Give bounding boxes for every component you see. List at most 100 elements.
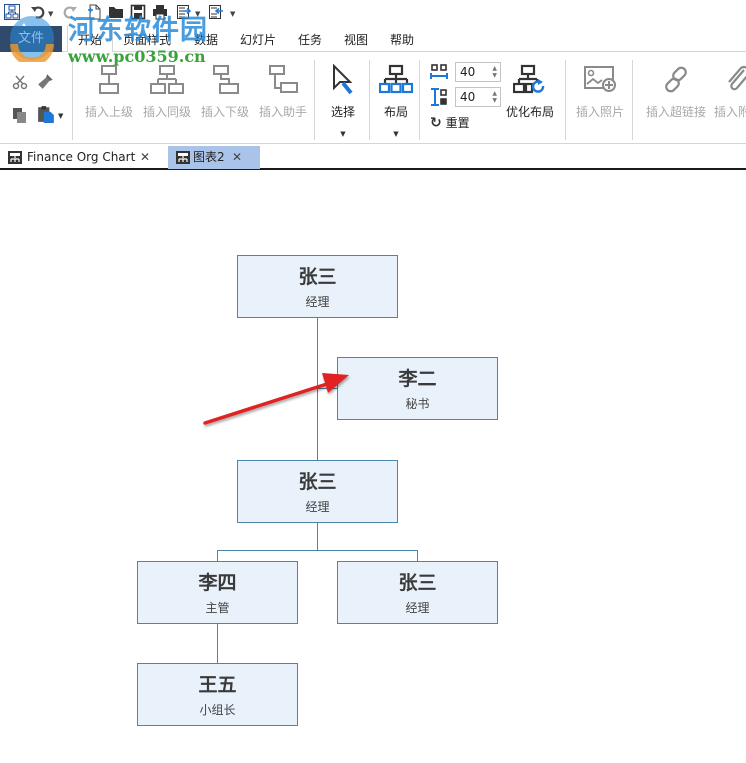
copy-icon[interactable]: [12, 107, 28, 123]
horizontal-spacing-value: 40: [460, 65, 476, 79]
doc-tab-label: 图表2: [193, 150, 225, 164]
save-icon[interactable]: [130, 4, 146, 20]
print-icon[interactable]: [152, 4, 168, 20]
node-name: 王五: [198, 674, 237, 696]
paperclip-icon: [728, 65, 746, 91]
hyperlink-icon: [665, 66, 687, 93]
insert-sibling-button[interactable]: 插入同级: [141, 64, 193, 120]
insert-photo-button[interactable]: 插入照片: [574, 64, 626, 120]
connector: [217, 624, 218, 664]
undo-dropdown-icon[interactable]: ▼: [48, 10, 53, 18]
node-name: 李四: [198, 572, 237, 594]
doc-tab-finance-org-chart[interactable]: Finance Org Chart ✕: [4, 146, 160, 169]
node-role: 经理: [305, 500, 330, 514]
layout-button[interactable]: 布局 ▼: [375, 64, 417, 138]
horizontal-spacing-input[interactable]: 40 ▲ ▼: [455, 62, 501, 82]
connector: [217, 550, 218, 561]
app-window: ▼ ▼ ▼ 文件 开始 页面样式 数据 幻灯片 任务 视图 帮助 ▼ 插入上级: [0, 0, 746, 763]
insert-attachment-button[interactable]: 插入附: [714, 64, 746, 120]
reset-label: 重置: [445, 116, 470, 130]
insert-superior-icon: [99, 65, 119, 94]
select-button[interactable]: 选择 ▼: [322, 63, 364, 138]
insert-photo-label: 插入照片: [575, 105, 624, 119]
insert-superior-button[interactable]: 插入上级: [83, 64, 135, 120]
app-logo-icon[interactable]: [4, 4, 20, 20]
insert-sibling-icon: [150, 65, 184, 94]
vertical-spacing-value: 40: [460, 90, 476, 104]
menu-tab-view[interactable]: 视图: [344, 26, 368, 52]
connector: [217, 550, 418, 551]
new-file-icon[interactable]: [86, 4, 102, 20]
insert-hyperlink-label: 插入超链接: [645, 105, 706, 119]
org-node[interactable]: 李四 主管: [137, 561, 298, 624]
optimize-layout-icon: [512, 64, 545, 94]
cut-icon[interactable]: [12, 74, 28, 90]
close-tab-icon[interactable]: ✕: [140, 146, 150, 169]
reset-icon: ↻: [430, 115, 442, 131]
node-name: 张三: [298, 471, 337, 493]
close-tab-icon[interactable]: ✕: [232, 146, 242, 169]
select-dropdown-icon[interactable]: ▼: [322, 130, 364, 138]
node-role: 小组长: [199, 703, 236, 717]
horizontal-spacing-icon: [430, 64, 448, 79]
document-tabs: Finance Org Chart ✕ 图表2 ✕: [0, 144, 746, 170]
horizontal-spacing-down-icon[interactable]: ▼: [492, 73, 497, 79]
ribbon-home: ▼ 插入上级 插入同级 插入下级 插入助手 选择 ▼ 布局 ▼ 40 ▲ ▼ 4…: [0, 52, 746, 144]
insert-attachment-label: 插入附: [714, 105, 746, 119]
vertical-spacing-input[interactable]: 40 ▲ ▼: [455, 87, 501, 107]
node-role: 经理: [305, 295, 330, 309]
node-name: 李二: [398, 368, 437, 390]
export-dropdown-icon[interactable]: ▼: [195, 10, 200, 18]
node-role: 秘书: [405, 397, 430, 411]
menu-tab-slides[interactable]: 幻灯片: [240, 26, 276, 52]
optimize-layout-button[interactable]: 优化布局: [503, 64, 557, 120]
insert-hyperlink-button[interactable]: 插入超链接: [644, 64, 708, 120]
vertical-spacing-down-icon[interactable]: ▼: [492, 98, 497, 104]
chart-canvas[interactable]: 张三 经理 李二 秘书 张三 经理 李四 主管 张三 经理 王五 小组长: [0, 172, 746, 763]
format-painter-icon[interactable]: [37, 72, 55, 90]
connector: [317, 522, 318, 551]
paste-dropdown-icon[interactable]: ▼: [58, 112, 63, 120]
insert-subordinate-icon: [213, 65, 239, 94]
org-chart-file-icon: [8, 151, 22, 164]
layout-icon: [378, 64, 414, 94]
import-icon[interactable]: [208, 4, 224, 20]
menu-tab-tasks[interactable]: 任务: [298, 26, 322, 52]
red-arrow-icon: [203, 373, 349, 425]
org-node[interactable]: 张三 经理: [237, 255, 398, 318]
undo-icon[interactable]: [30, 4, 46, 20]
menu-tab-home[interactable]: 开始: [67, 26, 114, 53]
select-pointer-icon: [333, 63, 353, 95]
node-name: 张三: [298, 266, 337, 288]
layout-dropdown-icon[interactable]: ▼: [375, 130, 417, 138]
quick-access-toolbar: ▼ ▼ ▼: [0, 0, 746, 26]
redo-icon[interactable]: [62, 4, 78, 20]
select-label: 选择: [330, 105, 355, 119]
node-role: 经理: [405, 601, 430, 615]
insert-assistant-button[interactable]: 插入助手: [257, 64, 309, 120]
insert-subordinate-button[interactable]: 插入下级: [199, 64, 251, 120]
org-node[interactable]: 王五 小组长: [137, 663, 298, 726]
insert-subordinate-label: 插入下级: [200, 105, 249, 119]
reset-button[interactable]: ↻ 重置: [430, 114, 470, 131]
open-folder-icon[interactable]: [108, 4, 124, 20]
menu-tab-page-style[interactable]: 页面样式: [123, 26, 171, 52]
layout-label: 布局: [383, 105, 408, 119]
menu-tab-help[interactable]: 帮助: [390, 26, 414, 52]
menu-tab-data[interactable]: 数据: [194, 26, 218, 52]
insert-photo-icon: [584, 66, 616, 92]
org-node-assistant[interactable]: 李二 秘书: [337, 357, 498, 420]
doc-tab-chart2[interactable]: 图表2 ✕: [168, 146, 260, 169]
paste-icon[interactable]: [37, 105, 55, 123]
org-node[interactable]: 张三 经理: [237, 460, 398, 523]
optimize-layout-label: 优化布局: [505, 105, 554, 119]
customize-toolbar-icon[interactable]: ▼: [230, 10, 235, 18]
vertical-spacing-icon: [431, 88, 447, 106]
export-icon[interactable]: [176, 4, 192, 20]
insert-assistant-label: 插入助手: [258, 105, 307, 119]
menu-file[interactable]: 文件: [0, 26, 62, 52]
org-chart-file-icon: [176, 151, 190, 164]
menu-bar: 文件 开始 页面样式 数据 幻灯片 任务 视图 帮助: [0, 26, 746, 53]
org-node[interactable]: 张三 经理: [337, 561, 498, 624]
node-role: 主管: [205, 601, 230, 615]
